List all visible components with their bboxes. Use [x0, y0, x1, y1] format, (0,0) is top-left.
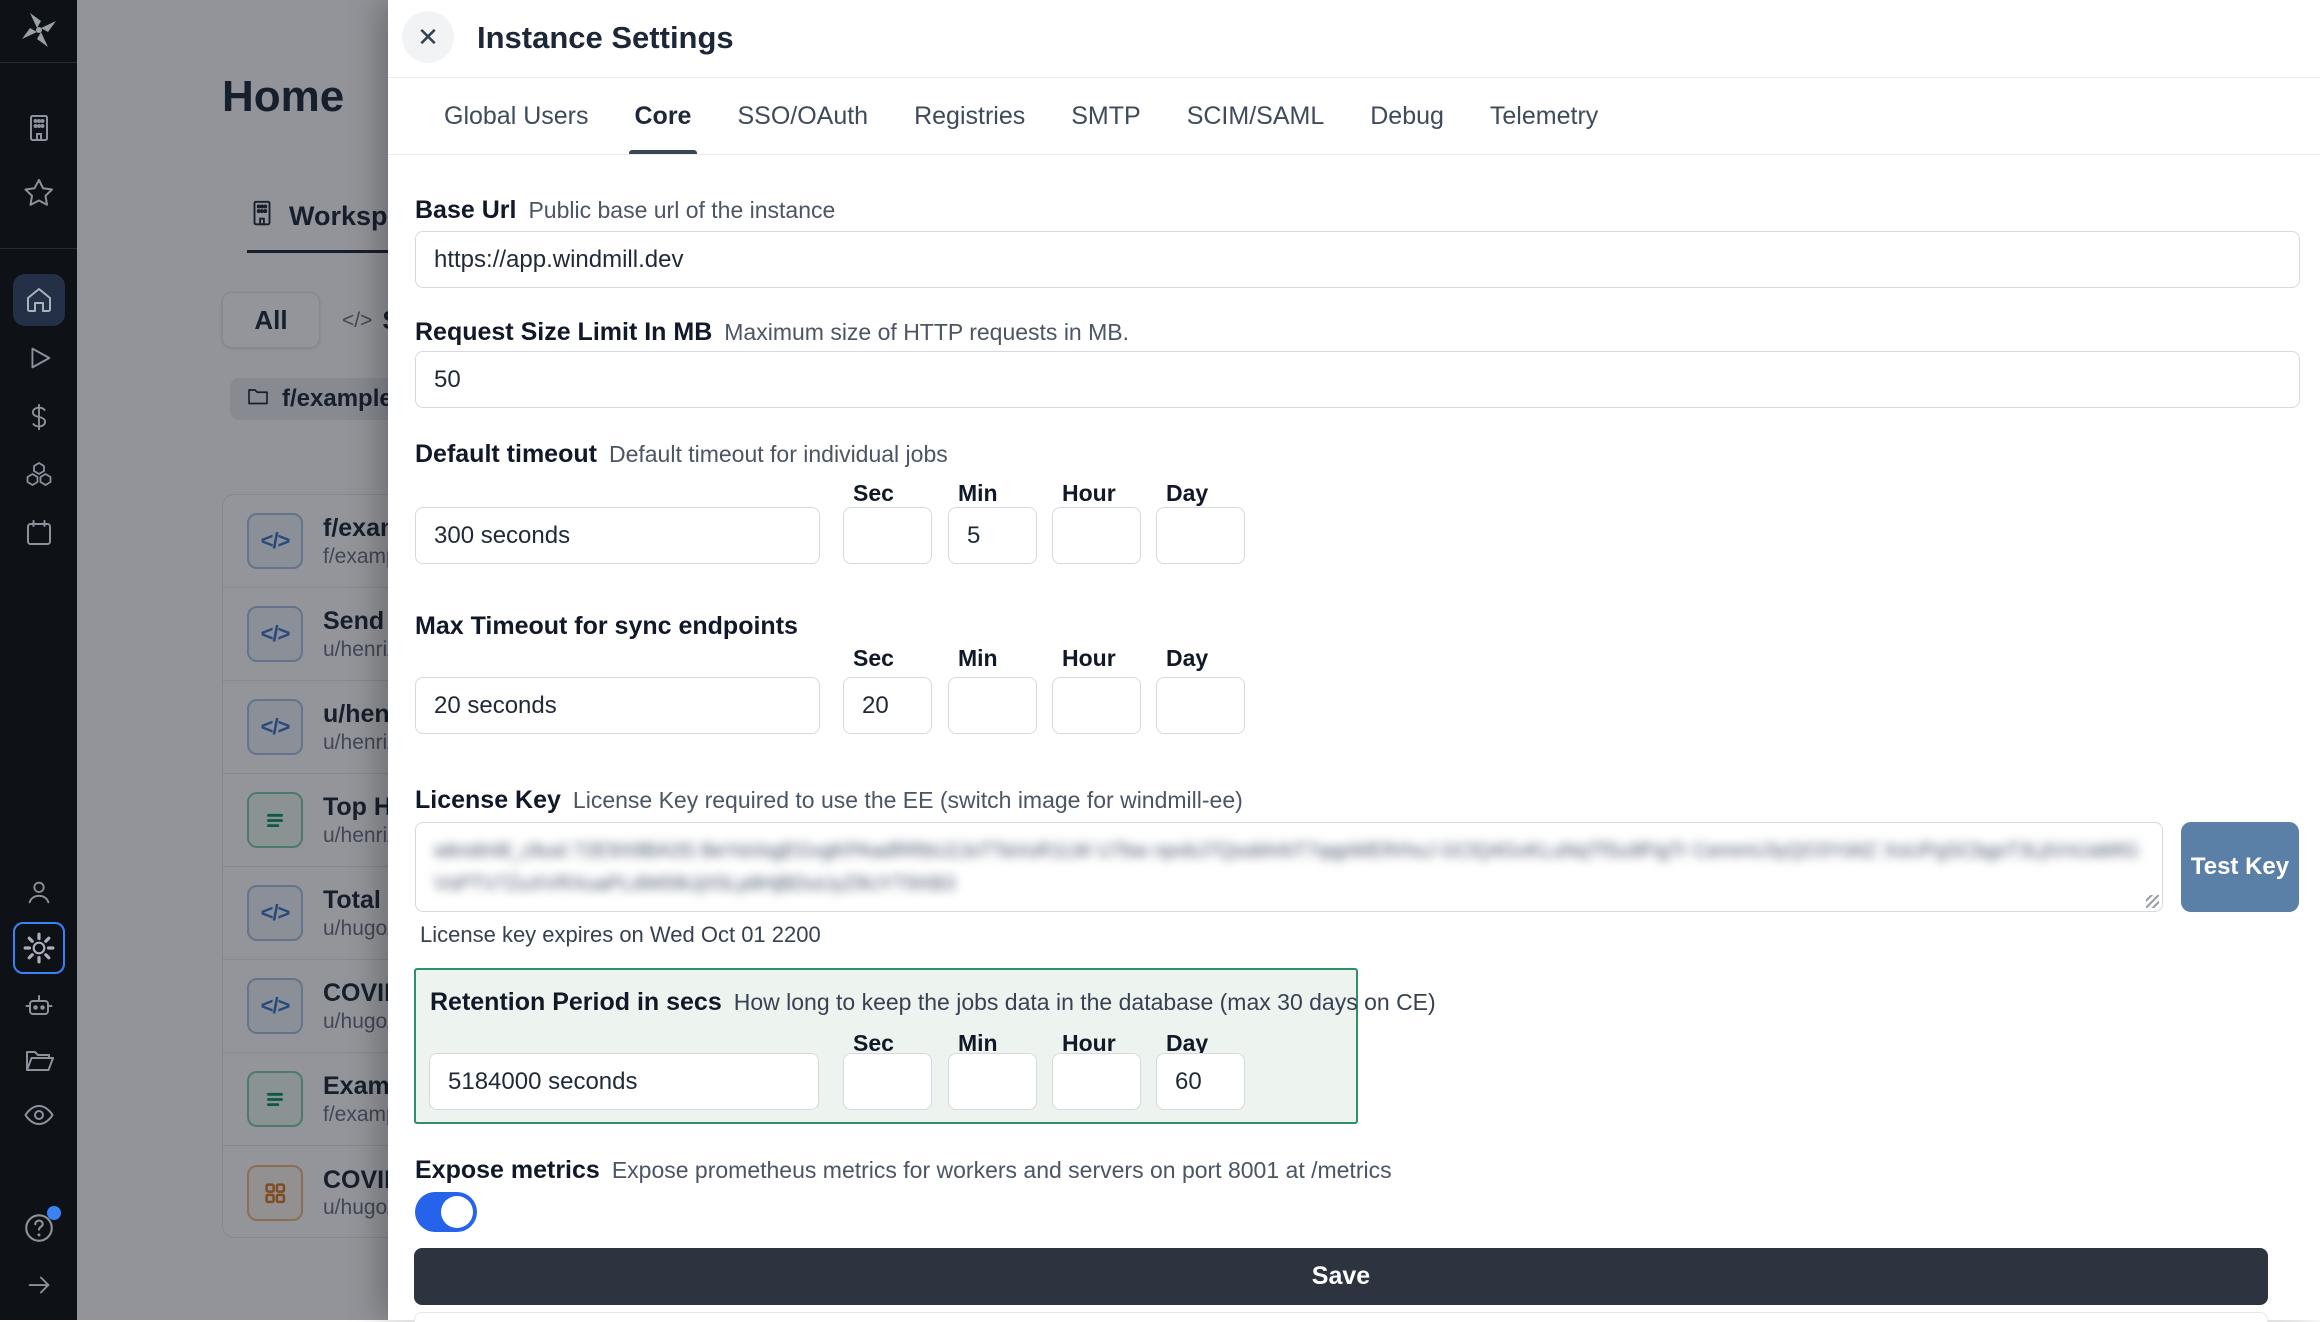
max-timeout-sec-input[interactable] — [843, 677, 932, 734]
default-timeout-hour-input[interactable] — [1052, 507, 1141, 564]
notification-dot — [47, 1206, 61, 1220]
divider — [388, 154, 2320, 155]
sidebar-item-home[interactable] — [13, 274, 65, 326]
license-key-redacted-value: wkndmlil_cltusl 72E9X8BA3S BeYaVogEGvgKP… — [434, 835, 2144, 901]
sidebar-item-workspace[interactable] — [13, 102, 65, 154]
instance-settings-modal: ✕ Instance Settings Global Users Core SS… — [388, 0, 2320, 1320]
windmill-logo[interactable] — [13, 4, 65, 56]
retention-hour-input[interactable] — [1052, 1053, 1141, 1110]
unit-label-day: Day — [1166, 645, 1208, 672]
sidebar-item-favorites[interactable] — [13, 167, 65, 219]
save-label: Save — [1312, 1262, 1370, 1291]
retention-day-input[interactable] — [1156, 1053, 1245, 1110]
test-key-button[interactable]: Test Key — [2181, 822, 2299, 912]
license-key-description: License Key required to use the EE (swit… — [573, 787, 1243, 814]
sidebar-item-help[interactable] — [13, 1202, 65, 1254]
save-button[interactable]: Save — [414, 1248, 2268, 1305]
default-timeout-day-input[interactable] — [1156, 507, 1245, 564]
settings-tabs: Global Users Core SSO/OAuth Registries S… — [444, 78, 1598, 154]
tab-sso-oauth[interactable]: SSO/OAuth — [737, 78, 868, 154]
default-timeout-input[interactable] — [415, 507, 820, 564]
default-timeout-min-input[interactable] — [948, 507, 1037, 564]
license-key-label: License Key — [415, 786, 561, 815]
sidebar-collapse-button[interactable] — [13, 1259, 65, 1311]
tab-core[interactable]: Core — [635, 78, 692, 154]
retention-sec-input[interactable] — [843, 1053, 932, 1110]
max-timeout-label: Max Timeout for sync endpoints — [415, 612, 798, 641]
max-timeout-hour-input[interactable] — [1052, 677, 1141, 734]
tab-debug[interactable]: Debug — [1370, 78, 1444, 154]
tab-smtp[interactable]: SMTP — [1071, 78, 1140, 154]
base-url-description: Public base url of the instance — [528, 197, 835, 224]
license-key-textarea[interactable]: wkndmlil_cltusl 72E9X8BA3S BeYaVogEGvgKP… — [415, 822, 2163, 912]
max-timeout-min-input[interactable] — [948, 677, 1037, 734]
expose-metrics-toggle[interactable] — [415, 1192, 477, 1232]
tab-telemetry[interactable]: Telemetry — [1490, 78, 1598, 154]
modal-title: Instance Settings — [477, 20, 734, 56]
retention-min-input[interactable] — [948, 1053, 1037, 1110]
base-url-input[interactable] — [415, 231, 2300, 288]
test-key-label: Test Key — [2191, 853, 2289, 881]
sidebar-item-runs[interactable] — [13, 332, 65, 384]
license-expiry-text: License key expires on Wed Oct 01 2200 — [420, 922, 821, 948]
sidebar-item-schedules[interactable] — [13, 507, 65, 559]
tab-global-users[interactable]: Global Users — [444, 78, 589, 154]
sidebar-divider — [0, 248, 77, 249]
retention-input[interactable] — [429, 1053, 819, 1110]
sidebar-item-users[interactable] — [13, 866, 65, 918]
toggle-knob — [441, 1196, 473, 1228]
expose-metrics-label: Expose metrics — [415, 1156, 600, 1185]
expose-metrics-description: Expose prometheus metrics for workers an… — [612, 1157, 1392, 1184]
sidebar-item-variables[interactable] — [13, 391, 65, 443]
unit-label-sec: Sec — [853, 480, 894, 507]
unit-label-min: Min — [958, 480, 998, 507]
default-timeout-sec-input[interactable] — [843, 507, 932, 564]
default-timeout-label: Default timeout — [415, 440, 597, 469]
tab-scim-saml[interactable]: SCIM/SAML — [1187, 78, 1325, 154]
sidebar-item-workers[interactable] — [13, 979, 65, 1031]
request-size-label: Request Size Limit In MB — [415, 318, 712, 347]
request-size-input[interactable] — [415, 351, 2300, 408]
sidebar-item-folders[interactable] — [13, 1034, 65, 1086]
sidebar-item-settings[interactable] — [13, 922, 65, 974]
request-size-description: Maximum size of HTTP requests in MB. — [724, 319, 1129, 346]
unit-label-hour: Hour — [1062, 645, 1116, 672]
max-timeout-day-input[interactable] — [1156, 677, 1245, 734]
sidebar — [0, 0, 77, 1320]
default-timeout-description: Default timeout for individual jobs — [609, 441, 948, 468]
unit-label-sec: Sec — [853, 645, 894, 672]
unit-label-hour: Hour — [1062, 480, 1116, 507]
sidebar-divider — [0, 62, 77, 63]
sidebar-item-audit-logs[interactable] — [13, 1089, 65, 1141]
base-url-label: Base Url — [415, 196, 516, 225]
close-button[interactable]: ✕ — [402, 11, 454, 63]
unit-label-day: Day — [1166, 480, 1208, 507]
retention-label: Retention Period in secs — [430, 988, 722, 1017]
unit-label-min: Min — [958, 645, 998, 672]
close-icon: ✕ — [417, 22, 439, 53]
sidebar-item-resources[interactable] — [13, 449, 65, 501]
max-timeout-input[interactable] — [415, 677, 820, 734]
next-field-partial — [414, 1312, 2268, 1322]
retention-description: How long to keep the jobs data in the da… — [734, 989, 1436, 1016]
tab-registries[interactable]: Registries — [914, 78, 1025, 154]
